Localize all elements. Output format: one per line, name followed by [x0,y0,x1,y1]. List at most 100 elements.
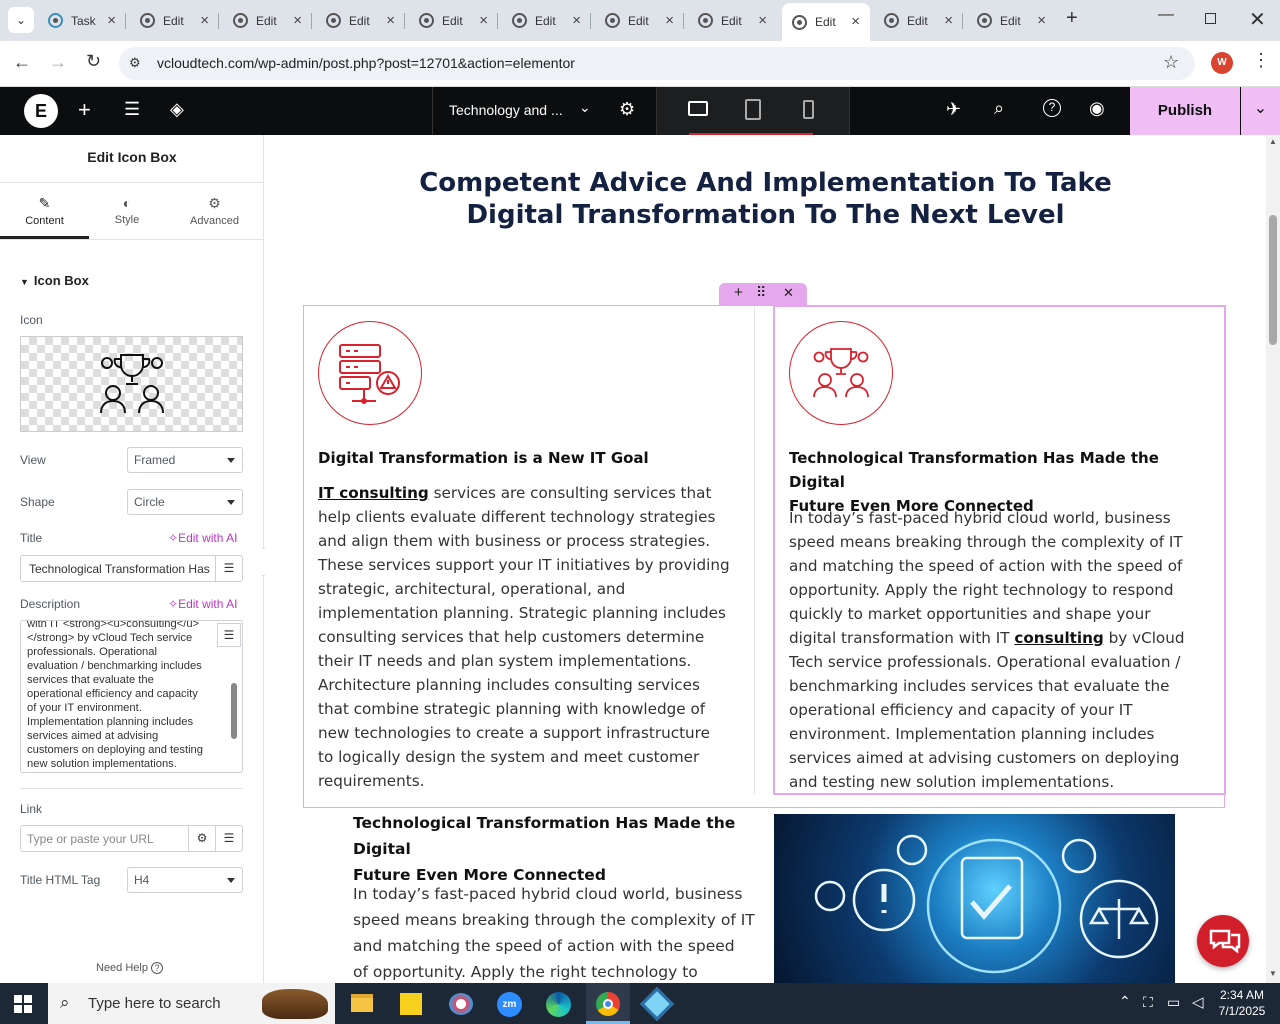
publish-button[interactable]: Publish [1130,87,1240,135]
section-header-icon-box[interactable]: ▼ Icon Box [20,273,89,288]
icon-box-column-1[interactable]: Digital Transformation is a New IT Goal … [304,306,755,794]
tab-edit[interactable]: Edit × [130,6,219,35]
close-icon[interactable]: × [107,12,116,29]
consulting-link[interactable]: consulting [1014,629,1103,647]
close-icon[interactable]: × [758,12,767,29]
tab-label: Edit [349,13,370,28]
back-icon[interactable]: ← [13,52,31,73]
need-help-link[interactable]: Need Help ? [96,962,164,974]
desktop-icon[interactable] [688,101,708,116]
desc-line: their IT needs and plan system implement… [318,652,692,670]
close-icon[interactable]: × [665,12,674,29]
clock[interactable]: 2:34 AM 7/1/2025 [1212,987,1272,1019]
drag-handle-icon[interactable]: ⠿ [756,284,766,301]
volume-icon[interactable]: ◁ [1192,993,1204,1011]
delete-section-icon[interactable]: ✕ [783,285,794,301]
new-tab-button[interactable]: + [1066,7,1078,30]
icon-box-column-2-selected[interactable]: Technological Transformation Has Made th… [773,305,1226,795]
canvas-scrollbar[interactable]: ▲ ▼ [1266,135,1280,983]
chat-widget-button[interactable] [1197,915,1249,967]
link-options-gear-icon[interactable]: ⚙ [188,825,216,852]
description-edit-with-ai-button[interactable]: ✧Edit with AI [168,597,237,611]
close-icon[interactable]: × [479,12,488,29]
tab-style[interactable]: ◐ Style [89,183,165,239]
scroll-down-arrow-icon[interactable]: ▼ [1269,969,1277,978]
page-settings-gear-icon[interactable]: ⚙ [619,99,635,120]
remote-desktop-icon[interactable] [640,987,674,1021]
title-edit-with-ai-button[interactable]: ✧Edit with AI [168,531,237,545]
omnibox[interactable]: ⚙ vcloudtech.com/wp-admin/post.php?post=… [119,47,1195,80]
chrome-browser-icon[interactable] [596,992,620,1016]
close-icon[interactable]: × [944,12,953,29]
tab-edit[interactable]: Edit × [223,6,312,35]
tablet-icon[interactable] [745,99,761,120]
desc-line: opportunity. Apply the right technology … [789,581,1174,599]
tab-edit[interactable]: Edit × [502,6,591,35]
network-status-icon[interactable]: ⛶ [1143,994,1153,1011]
site-settings-icon[interactable]: ⚙ [129,55,141,71]
tab-edit[interactable]: Edit × [874,6,963,35]
title-input[interactable]: Technological Transformation Has [20,555,216,582]
site-settings-sliders-icon[interactable]: ☰ [124,99,140,120]
tab-edit-active[interactable]: Edit × [782,3,870,41]
add-section-icon[interactable]: + [734,284,743,301]
tab-edit[interactable]: Edit × [595,6,684,35]
close-icon[interactable]: × [1037,12,1046,29]
windows-start-icon[interactable] [14,995,32,1013]
tab-edit[interactable]: Edit × [688,6,777,35]
textarea-scrollbar[interactable] [231,683,237,739]
tab-edit[interactable]: Edit × [967,6,1056,35]
view-select[interactable]: Framed [127,447,243,473]
mobile-icon[interactable] [803,100,814,119]
help-icon[interactable]: ? [1043,99,1061,117]
tab-label: Edit [1000,13,1021,28]
scroll-up-arrow-icon[interactable]: ▲ [1269,137,1277,146]
it-consulting-link[interactable]: IT consulting [318,484,429,502]
tab-task[interactable]: Task × [40,6,126,35]
bookmark-star-icon[interactable]: ☆ [1163,52,1179,73]
search-icon[interactable]: ⌕ [994,98,1004,119]
file-explorer-icon[interactable] [351,994,373,1012]
restore-button[interactable] [1205,13,1216,24]
close-window-button[interactable]: ✕ [1249,7,1266,32]
link-dynamic-tags-button[interactable]: ☰ [215,825,243,852]
elementor-logo-icon[interactable]: E [24,94,58,128]
close-icon[interactable]: × [386,12,395,29]
reload-icon[interactable]: ↻ [86,51,101,72]
description-dynamic-tags-button[interactable]: ☰ [217,623,241,647]
close-icon[interactable]: × [293,12,302,29]
show-hidden-icons-chevron-icon[interactable]: ⌃ [1119,993,1131,1010]
close-icon[interactable]: × [851,13,860,30]
zoom-app-icon[interactable]: zm [497,992,522,1017]
tab-edit[interactable]: Edit × [409,6,498,35]
browser-menu-icon[interactable]: ⋮ [1252,50,1270,71]
publish-options-button[interactable]: ⌄ [1241,87,1280,135]
page-name-dropdown[interactable]: Technology and ... ⌄ ⚙ [432,87,656,135]
profile-avatar[interactable]: W [1211,52,1233,74]
edge-browser-icon[interactable] [546,992,571,1017]
shape-select[interactable]: Circle [127,489,243,515]
description-textarea[interactable]: with IT <strong><u>consulting</u> </stro… [20,620,243,773]
tab-advanced[interactable]: ⚙ Advanced [165,183,264,239]
tab-search-button[interactable]: ⌄ [8,7,34,33]
sticky-notes-icon[interactable] [400,993,422,1015]
preview-eye-icon[interactable]: ◉ [1089,98,1105,119]
minimize-button[interactable]: — [1158,6,1174,24]
close-icon[interactable]: × [572,12,581,29]
title-html-tag-select[interactable]: H4 [127,867,243,893]
icon-preview[interactable] [20,336,243,432]
scrollbar-thumb[interactable] [1269,215,1277,345]
wifi-display-icon[interactable]: ▭ [1167,994,1180,1011]
link-input[interactable]: Type or paste your URL [20,825,189,852]
taskbar-search-box[interactable]: ⌕ Type here to search [48,983,335,1024]
structure-layers-icon[interactable]: ◈ [170,99,184,120]
url-text[interactable]: vcloudtech.com/wp-admin/post.php?post=12… [157,55,575,71]
close-icon[interactable]: × [200,12,209,29]
paint-app-icon[interactable] [449,993,473,1015]
tab-content[interactable]: ✎ Content [0,183,89,239]
tab-edit[interactable]: Edit × [316,6,405,35]
add-element-icon[interactable]: + [78,97,91,123]
forward-icon[interactable]: → [49,52,67,73]
title-dynamic-tags-button[interactable]: ☰ [215,555,243,582]
notes-pin-icon[interactable]: ✈ [946,99,961,120]
